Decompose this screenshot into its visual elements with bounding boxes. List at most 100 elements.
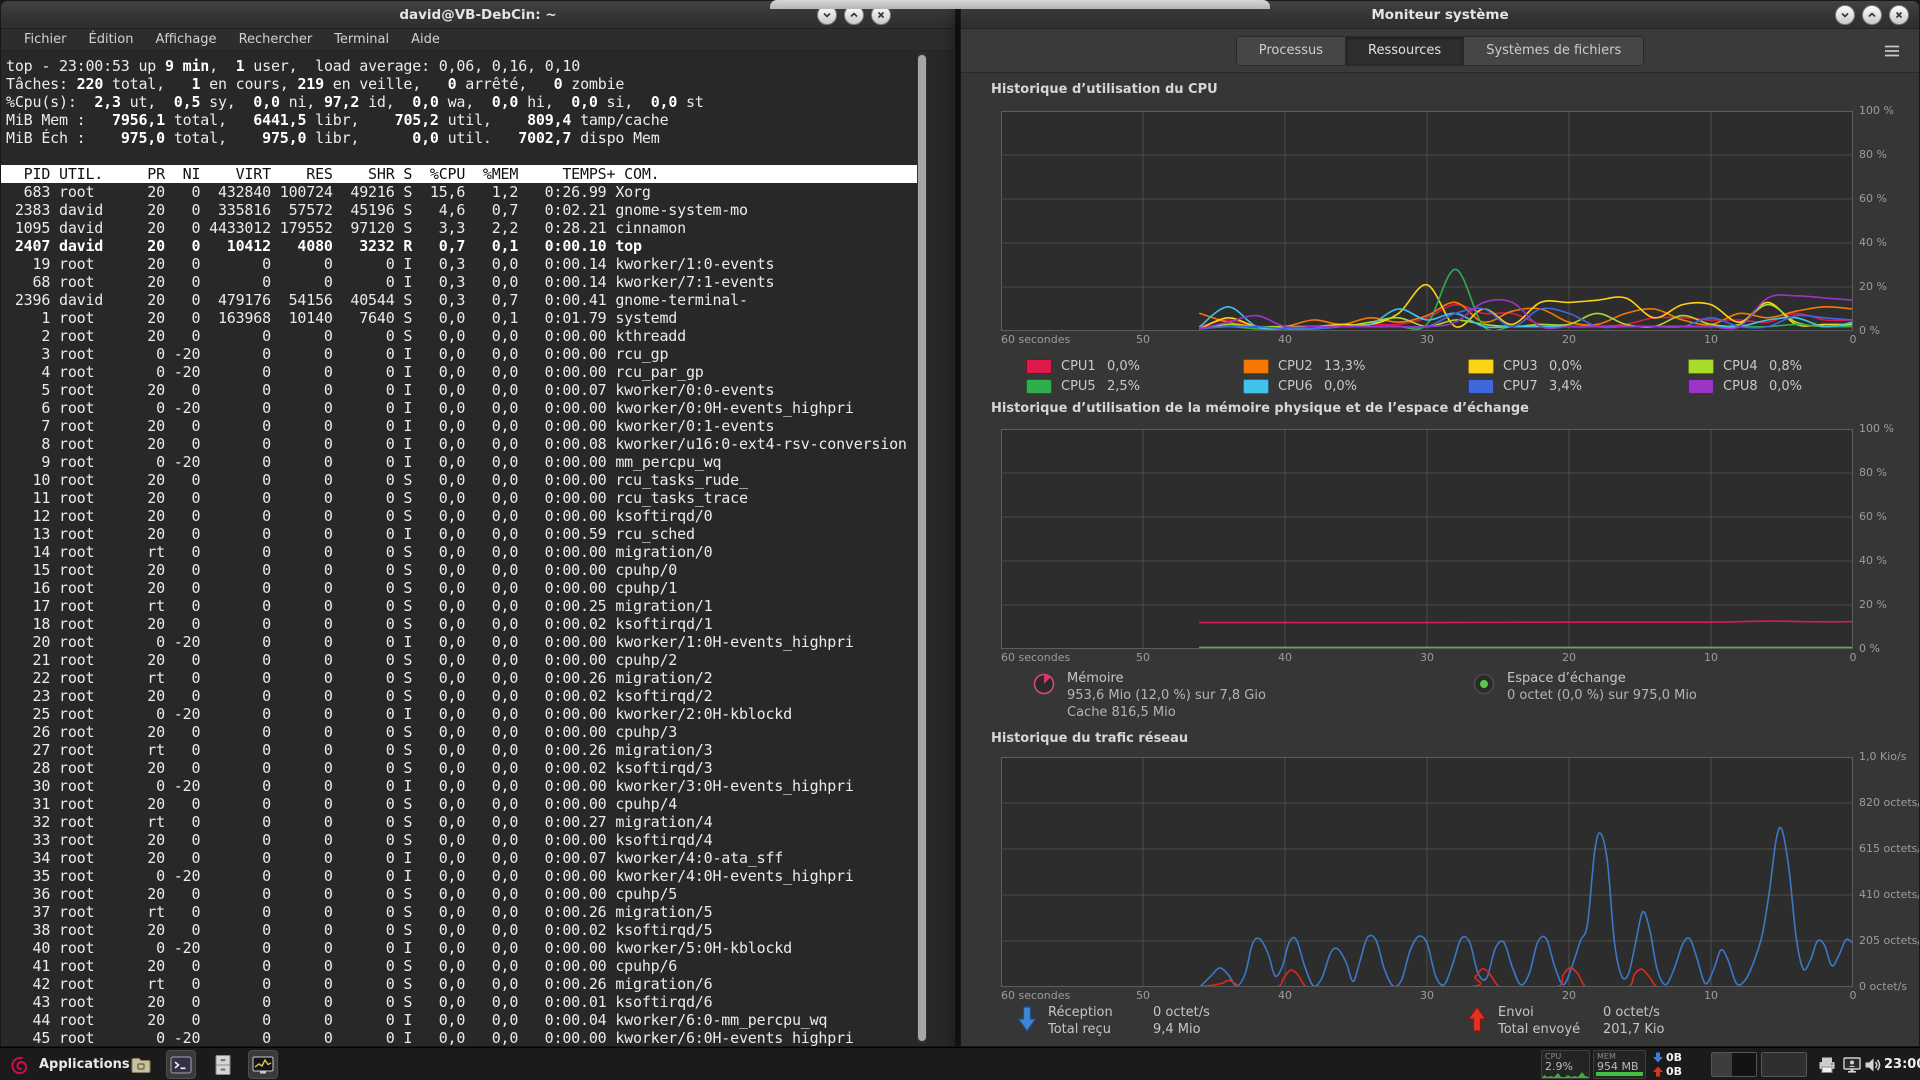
send-rate: 0 octet/s [1603,1004,1664,1021]
desktop: david@VB-DebCin: ~ FichierÉditionAfficha… [0,0,1920,1080]
axis-tick-label: 0 [1850,651,1857,664]
process-row: 15 root 20 0 0 0 0 S 0,0 0,0 0:00.00 cpu… [1,561,955,579]
menu-item-terminal[interactable]: Terminal [323,29,400,51]
cpu-legend: CPU10,0%CPU213,3%CPU30,0%CPU40,8%CPU52,5… [1026,358,1802,394]
workspace-2-button[interactable] [1761,1052,1807,1077]
axis-tick-label: 60 secondes [1001,333,1070,346]
close-icon [1893,9,1905,21]
process-row: 2 root 20 0 0 0 0 S 0,0 0,0 0:00.00 kthr… [1,327,955,345]
memory-history-plot [1001,429,1853,649]
process-row: 22 root rt 0 0 0 0 S 0,0 0,0 0:00.26 mig… [1,669,955,687]
terminal-scrollbar[interactable] [917,53,927,1043]
process-row: 32 root rt 0 0 0 0 S 0,0 0,0 0:00.27 mig… [1,813,955,831]
process-row: 2383 david 20 0 335816 57572 45196 S 4,6… [1,201,955,219]
memory-legend: Mémoire 953,6 Mio (12,0 %) sur 7,8 Gio C… [1031,670,1891,728]
cpu-applet[interactable]: CPU 2.9% [1541,1050,1590,1079]
minimize-button[interactable] [1835,5,1855,25]
tab-bar: ProcessusRessourcesSystèmes de fichiers [1236,36,1645,66]
process-row: 44 root 20 0 0 0 0 I 0,0 0,0 0:00.04 kwo… [1,1011,955,1029]
cpu-legend-item-cpu3: CPU30,0% [1468,358,1688,374]
process-row: 30 root 0 -20 0 0 0 I 0,0 0,0 0:00.00 kw… [1,777,955,795]
send-label: Envoi [1498,1004,1603,1021]
axis-tick-label: 10 [1704,651,1718,664]
close-button[interactable] [1889,5,1909,25]
clock[interactable]: 23:00 [1884,1048,1920,1080]
network-section-title: Historique du trafic réseau [991,731,1188,746]
memory-usage-text: 953,6 Mio (12,0 %) sur 7,8 Gio [1067,687,1266,704]
menu-item-affichage[interactable]: Affichage [144,29,227,51]
received-total: 9,4 Mio [1153,1021,1210,1038]
tab-processus[interactable]: Processus [1236,36,1346,66]
files-launcher[interactable] [126,1050,156,1079]
tab-syste-mes-de-fichiers[interactable]: Systèmes de fichiers [1464,36,1644,66]
receive-rate: 0 octet/s [1153,1004,1210,1021]
legend-swatch [1468,359,1494,374]
process-row: 23 root 20 0 0 0 0 S 0,0 0,0 0:00.02 kso… [1,687,955,705]
top-summary-line: MiB Mem : 7956,1 total, 6441,5 libr, 705… [1,111,955,129]
resources-panel: Historique d’utilisation du CPU 100 %80 … [961,74,1919,1046]
menu-item-rechercher[interactable]: Rechercher [228,29,324,51]
axis-tick-label: 80 % [1859,148,1887,161]
chevron-up-icon [1866,9,1878,21]
memory-history-chart: 100 %80 %60 %40 %20 %0 % 60 secondes5040… [1001,429,1853,649]
axis-tick-label: 60 % [1859,192,1887,205]
memory-applet[interactable]: MEM 954 MB [1593,1050,1646,1079]
axis-tick-label: 30 [1420,333,1434,346]
process-row: 41 root 20 0 0 0 0 S 0,0 0,0 0:00.00 cpu… [1,957,955,975]
display-tray-button[interactable] [1841,1054,1863,1076]
menu-item-fichier[interactable]: Fichier [13,29,78,51]
scrollbar-thumb[interactable] [918,55,926,1041]
network-history-chart: 1,0 Kio/s820 octets/s615 octets/s410 oct… [1001,757,1853,987]
applications-menu-button[interactable]: Applications [8,1048,130,1080]
volume-tray-button[interactable] [1862,1054,1884,1076]
top-summary-line: Tâches: 220 total, 1 en cours, 219 en ve… [1,75,955,93]
printer-tray-button[interactable] [1816,1054,1838,1076]
display-icon [1842,1055,1862,1075]
swap-gauge-icon [1471,670,1497,696]
process-row: 42 root rt 0 0 0 0 S 0,0 0,0 0:00.26 mig… [1,975,955,993]
network-applet[interactable]: 0B 0B [1653,1050,1699,1079]
network-history-plot [1001,757,1853,987]
axis-tick-label: 10 [1704,333,1718,346]
axis-tick-label: 20 [1562,333,1576,346]
axis-tick-label: 20 % [1859,598,1887,611]
memory-applet-bar [1596,1072,1643,1076]
sent-total: 201,7 Kio [1603,1021,1664,1038]
process-row: 25 root 0 -20 0 0 0 I 0,0 0,0 0:00.00 kw… [1,705,955,723]
axis-tick-label: 410 octets/s [1859,888,1920,901]
axis-tick-label: 40 % [1859,236,1887,249]
swap-label: Espace d’échange [1507,670,1697,687]
process-row: 45 root 0 -20 0 0 0 I 0,0 0,0 0:00.00 kw… [1,1029,955,1046]
memory-legend-item: Mémoire 953,6 Mio (12,0 %) sur 7,8 Gio C… [1031,670,1266,721]
process-row: 19 root 20 0 0 0 0 I 0,3 0,0 0:00.14 kwo… [1,255,955,273]
axis-tick-label: 60 % [1859,510,1887,523]
maximize-button[interactable] [1862,5,1882,25]
process-row: 20 root 0 -20 0 0 0 I 0,0 0,0 0:00.00 kw… [1,633,955,651]
axis-tick-label: 50 [1136,333,1150,346]
chevron-down-icon [821,9,833,21]
process-row: 43 root 20 0 0 0 0 S 0,0 0,0 0:00.01 kso… [1,993,955,1011]
axis-tick-label: 30 [1420,989,1434,1002]
menu-item-edition[interactable]: Édition [78,29,145,51]
applications-label: Applications [39,1057,130,1072]
menu-item-aide[interactable]: Aide [400,29,451,51]
process-row: 28 root 20 0 0 0 0 S 0,0 0,0 0:00.02 kso… [1,759,955,777]
process-table-header: PID UTIL. PR NI VIRT RES SHR S %CPU %MEM… [1,165,919,183]
system-monitor-launcher[interactable] [248,1050,278,1079]
process-row: 16 root 20 0 0 0 0 S 0,0 0,0 0:00.00 cpu… [1,579,955,597]
menu-button[interactable] [1877,37,1907,65]
axis-tick-label: 40 [1278,333,1292,346]
tab-ressources[interactable]: Ressources [1346,36,1464,66]
axis-tick-label: 1,0 Kio/s [1859,750,1906,763]
chevron-up-icon [848,9,860,21]
top-summary-line: %Cpu(s): 2,3 ut, 0,5 sy, 0,0 ni, 97,2 id… [1,93,955,111]
file-cabinet-icon [211,1053,235,1077]
process-row: 10 root 20 0 0 0 0 S 0,0 0,0 0:00.00 rcu… [1,471,955,489]
workspace-1-button[interactable] [1711,1052,1757,1077]
process-row: 26 root 20 0 0 0 0 S 0,0 0,0 0:00.00 cpu… [1,723,955,741]
axis-tick-label: 10 [1704,989,1718,1002]
background-window-edge [770,0,1270,9]
file-cabinet-launcher[interactable] [208,1050,238,1079]
terminal-screen[interactable]: top - 23:00:53 up 9 min, 1 user, load av… [1,51,955,1046]
terminal-launcher[interactable] [166,1050,196,1079]
